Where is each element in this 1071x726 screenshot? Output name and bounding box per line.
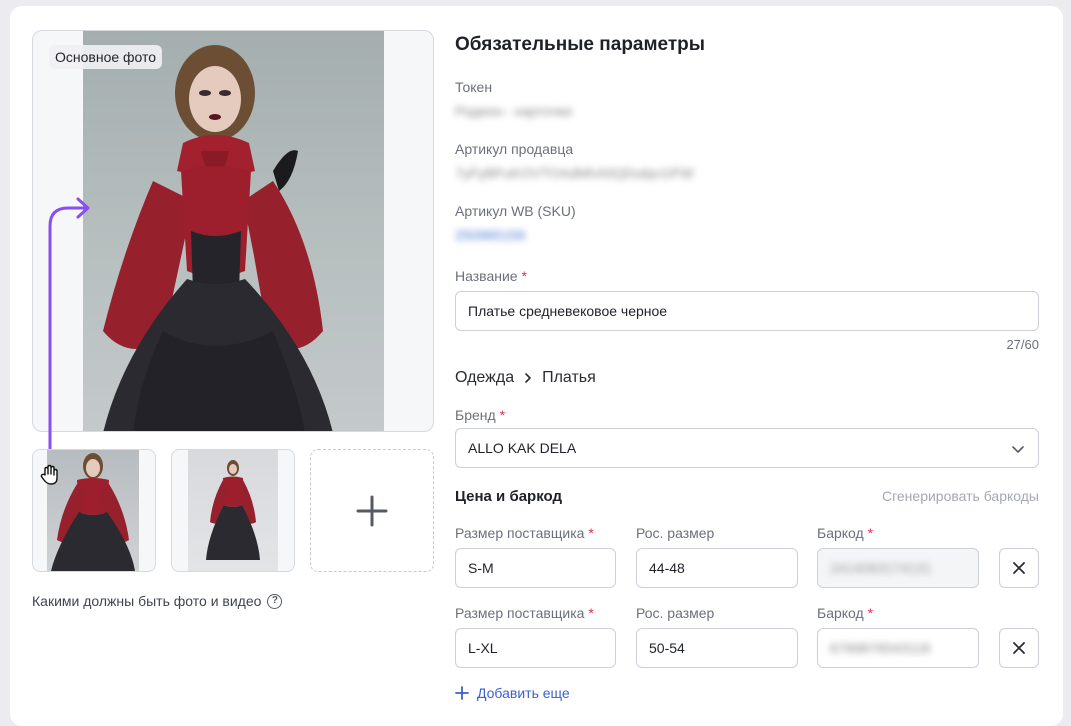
photo-thumbnail-2[interactable] xyxy=(171,449,295,572)
price-barcode-title: Цена и баркод xyxy=(455,488,563,505)
help-icon[interactable]: ? xyxy=(267,593,283,609)
required-mark: * xyxy=(499,407,506,423)
chevron-right-icon xyxy=(525,373,531,383)
name-label: Название * xyxy=(455,268,527,284)
required-mark: * xyxy=(867,605,874,621)
main-photo-badge: Основное фото xyxy=(49,45,163,69)
remove-size-button[interactable] xyxy=(999,548,1039,588)
category-breadcrumb: Одежда Платья xyxy=(455,369,596,387)
required-mark: * xyxy=(521,268,527,284)
supplier-size-label: Размер поставщика * xyxy=(455,605,594,621)
ru-size-input[interactable]: 44-48 xyxy=(636,548,798,588)
category-parent[interactable]: Одежда xyxy=(455,369,514,387)
wb-article-label: Артикул WB (SKU) xyxy=(455,203,576,219)
wb-article-value: 250965159 xyxy=(455,227,526,243)
remove-size-button[interactable] xyxy=(999,628,1039,668)
drag-hand-icon xyxy=(40,464,58,485)
supplier-size-label: Размер поставщика * xyxy=(455,525,594,541)
barcode-input[interactable]: 6789876543118 xyxy=(817,628,979,668)
add-more-sizes-button[interactable]: Добавить еще xyxy=(455,685,570,701)
name-input[interactable]: Платье средневековое черное xyxy=(455,291,1039,331)
brand-selected-value: ALLO KAK DELA xyxy=(468,440,577,456)
photo-requirements-link[interactable]: Какими должны быть фото и видео ? xyxy=(32,593,283,609)
barcode-label: Баркод * xyxy=(817,525,874,541)
chevron-down-icon xyxy=(1012,446,1024,453)
category-child[interactable]: Платья xyxy=(542,369,596,387)
add-more-label: Добавить еще xyxy=(477,685,570,701)
plus-icon xyxy=(356,495,388,526)
required-mark: * xyxy=(588,525,594,541)
token-value: Родион - карточки xyxy=(455,103,572,119)
ru-size-input[interactable]: 50-54 xyxy=(636,628,798,668)
barcode-input: 2414063174131 xyxy=(817,548,979,588)
generate-barcodes-link[interactable]: Сгенерировать баркоды xyxy=(882,488,1039,504)
drag-arrow-icon xyxy=(48,197,90,454)
seller-article-label: Артикул продавца xyxy=(455,141,574,157)
supplier-size-input[interactable]: S-M xyxy=(455,548,616,588)
close-icon xyxy=(1013,562,1025,574)
photo-requirements-text: Какими должны быть фото и видео xyxy=(32,593,262,609)
barcode-label: Баркод * xyxy=(817,605,874,621)
seller-article-value: 7yFyBFuKOVTOAdMhA0QDubjv1IFW xyxy=(455,165,694,181)
brand-select[interactable]: ALLO KAK DELA xyxy=(455,428,1039,468)
supplier-size-input[interactable]: L-XL xyxy=(455,628,616,668)
brand-label: Бренд * xyxy=(455,407,506,423)
barcode-value: 6789876543118 xyxy=(830,640,931,656)
required-mark: * xyxy=(867,525,874,541)
barcode-value: 2414063174131 xyxy=(830,560,932,576)
plus-icon xyxy=(455,686,469,700)
add-photo-button[interactable] xyxy=(310,449,434,572)
name-char-counter: 27/60 xyxy=(1006,337,1039,352)
close-icon xyxy=(1013,642,1025,654)
main-photo-image xyxy=(83,31,384,431)
ru-size-label: Рос. размер xyxy=(636,525,715,541)
token-label: Токен xyxy=(455,79,493,95)
product-card-editor: Основное фото Какими должны быть фото и … xyxy=(10,6,1063,726)
section-title: Обязательные параметры xyxy=(455,34,706,55)
ru-size-label: Рос. размер xyxy=(636,605,715,621)
thumbnail-image xyxy=(188,450,278,571)
required-mark: * xyxy=(588,605,594,621)
